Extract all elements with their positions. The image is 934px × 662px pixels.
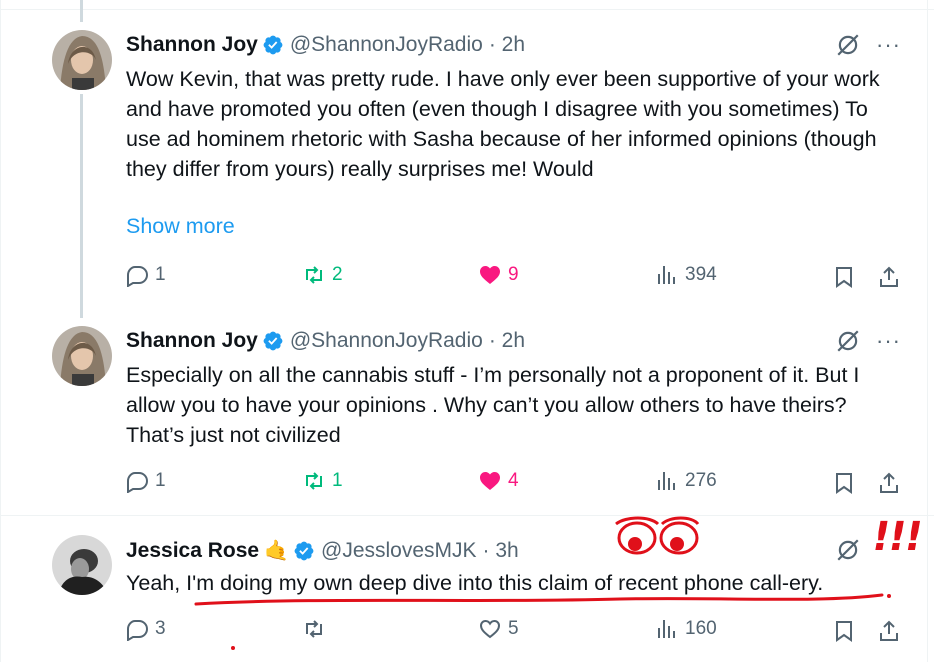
view-count: 394 xyxy=(685,264,717,285)
tweet-header: Shannon Joy @ShannonJoyRadio · 2h xyxy=(126,33,525,57)
author-name[interactable]: Shannon Joy xyxy=(126,329,258,353)
reply-button[interactable]: 3 xyxy=(125,617,166,641)
red-dot xyxy=(231,646,235,650)
reply-icon xyxy=(127,620,149,641)
timestamp[interactable]: · 2h xyxy=(489,329,525,353)
show-more-link[interactable]: Show more xyxy=(126,214,235,239)
red-exclamation-marks: !!! xyxy=(867,514,925,560)
verified-badge-icon xyxy=(294,541,314,560)
author-handle[interactable]: @JesslovesMJK xyxy=(321,539,477,563)
tweet-header: Jessica Rose 🤙 @JesslovesMJK · 3h xyxy=(126,538,519,563)
tweet-header: Shannon Joy @ShannonJoyRadio · 2h xyxy=(126,329,525,353)
like-button[interactable]: 4 xyxy=(478,469,519,493)
views-chart-icon xyxy=(658,620,675,638)
repost-icon xyxy=(306,266,322,284)
reply-count: 3 xyxy=(155,618,166,639)
share-icon[interactable] xyxy=(877,619,901,643)
heart-outline-icon xyxy=(479,619,501,639)
top-divider xyxy=(0,9,934,10)
tweet-text: Yeah, I'm doing my own deep dive into th… xyxy=(126,571,824,595)
bookmark-icon[interactable] xyxy=(832,265,856,289)
like-count: 9 xyxy=(508,264,519,285)
author-name[interactable]: Jessica Rose xyxy=(126,539,259,563)
author-handle[interactable]: @ShannonJoyRadio xyxy=(290,329,483,353)
call-me-hand-emoji: 🤙 xyxy=(264,540,290,562)
share-icon[interactable] xyxy=(877,265,901,289)
repost-icon xyxy=(306,472,322,490)
drawn-eyes-icon xyxy=(615,516,700,555)
repost-button[interactable]: 1 xyxy=(302,469,343,493)
like-count: 5 xyxy=(508,618,519,639)
more-options-button[interactable]: ··· xyxy=(876,328,901,354)
avatar[interactable] xyxy=(52,535,112,595)
repost-button[interactable] xyxy=(302,617,332,641)
bookmark-icon[interactable] xyxy=(832,619,856,643)
view-count: 276 xyxy=(685,470,717,491)
like-button[interactable]: 5 xyxy=(478,617,519,641)
reply-button[interactable]: 1 xyxy=(125,469,166,493)
avatar[interactable] xyxy=(52,326,112,386)
reply-button[interactable]: 1 xyxy=(125,263,166,287)
repost-icon xyxy=(306,620,322,638)
more-options-button[interactable]: ··· xyxy=(876,32,901,58)
author-name[interactable]: Shannon Joy xyxy=(126,33,258,57)
reply-count: 1 xyxy=(155,470,166,491)
thread-line-top xyxy=(80,0,83,22)
timestamp[interactable]: · 3h xyxy=(483,539,519,563)
left-border xyxy=(0,0,1,662)
heart-filled-icon xyxy=(480,266,500,284)
view-count: 160 xyxy=(685,618,717,639)
tweet-text: Wow Kevin, that was pretty rude. I have … xyxy=(126,67,880,181)
share-icon[interactable] xyxy=(877,471,901,495)
reply-icon xyxy=(127,266,149,287)
heart-filled-icon xyxy=(480,472,500,490)
verified-badge-icon xyxy=(263,35,283,55)
right-border xyxy=(927,0,928,662)
repost-button[interactable]: 2 xyxy=(302,263,343,287)
bookmark-icon[interactable] xyxy=(832,471,856,495)
repost-count: 1 xyxy=(332,470,343,491)
author-handle[interactable]: @ShannonJoyRadio xyxy=(290,33,483,57)
views-chart-icon xyxy=(658,266,675,284)
avatar[interactable] xyxy=(52,30,112,90)
views-button[interactable]: 160 xyxy=(655,617,717,641)
repost-count: 2 xyxy=(332,264,343,285)
views-chart-icon xyxy=(658,472,675,490)
grok-icon[interactable] xyxy=(835,537,861,563)
views-button[interactable]: 276 xyxy=(655,469,717,493)
tweet-text: Especially on all the cannabis stuff - I… xyxy=(126,363,860,447)
grok-icon[interactable] xyxy=(835,328,861,354)
reply-count: 1 xyxy=(155,264,166,285)
like-button[interactable]: 9 xyxy=(478,263,519,287)
grok-icon[interactable] xyxy=(835,32,861,58)
verified-badge-icon xyxy=(263,331,283,351)
tweet-divider xyxy=(0,515,934,516)
like-count: 4 xyxy=(508,470,519,491)
views-button[interactable]: 394 xyxy=(655,263,717,287)
timestamp[interactable]: · 2h xyxy=(489,33,525,57)
reply-icon xyxy=(127,472,149,493)
thread-line xyxy=(80,94,83,318)
